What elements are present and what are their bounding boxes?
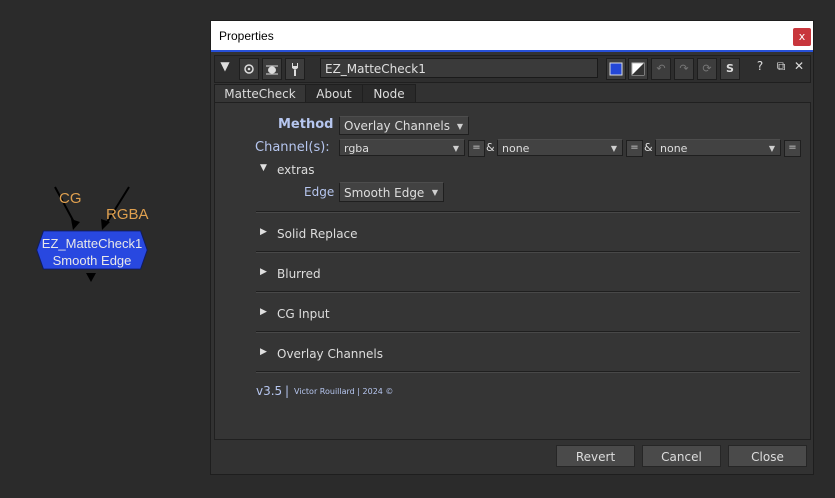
- float-icon[interactable]: ⧉: [773, 59, 789, 74]
- channel-2-value: none: [502, 142, 530, 155]
- window-close-button[interactable]: x: [793, 28, 811, 46]
- channel-3-eq-button[interactable]: =: [784, 140, 801, 157]
- undo-icon[interactable]: ↶: [651, 58, 671, 80]
- channel-dropdown-2[interactable]: none ▼: [497, 139, 623, 156]
- color-swatch-icon[interactable]: [606, 58, 626, 80]
- s-icon[interactable]: S: [720, 58, 740, 80]
- edge-value: Smooth Edge: [344, 186, 425, 200]
- chevron-down-icon: ▼: [456, 122, 463, 131]
- section-cg-input[interactable]: CG Input: [277, 307, 330, 321]
- amp-label: &: [486, 141, 495, 154]
- cg-input-expand-icon[interactable]: ▶: [260, 307, 267, 317]
- node-toolbar: ▼ EZ_MatteCheck1 ↶ ↷ ⟳ S ? ⧉ ✕: [214, 55, 811, 83]
- channel-dropdown-3[interactable]: none ▼: [655, 139, 781, 156]
- close-button[interactable]: Close: [728, 445, 807, 467]
- method-dropdown[interactable]: Overlay Channels ▼: [339, 116, 469, 135]
- cancel-button[interactable]: Cancel: [642, 445, 721, 467]
- version-separator: |: [285, 384, 290, 398]
- section-divider: [256, 251, 800, 253]
- tab-mattecheck[interactable]: MatteCheck: [214, 84, 306, 104]
- method-value: Overlay Channels: [344, 119, 450, 133]
- title-accent-line: [211, 50, 813, 52]
- bug-icon[interactable]: [262, 58, 282, 80]
- chevron-down-icon: ▼: [452, 144, 459, 153]
- extras-label[interactable]: extras: [277, 163, 315, 177]
- channel-1-value: rgba: [344, 142, 370, 155]
- collapse-icon[interactable]: ▼: [217, 59, 233, 73]
- section-divider: [256, 331, 800, 333]
- properties-window: Properties x ▼ EZ_MatteCheck1 ↶ ↷ ⟳ S ? …: [211, 21, 813, 474]
- channels-label: Channel(s):: [255, 140, 330, 155]
- wrench-icon[interactable]: [285, 58, 305, 80]
- node-subtitle: Smooth Edge: [52, 253, 132, 268]
- section-overlay-channels[interactable]: Overlay Channels: [277, 347, 383, 361]
- overlay-channels-expand-icon[interactable]: ▶: [260, 347, 267, 357]
- section-blurred[interactable]: Blurred: [277, 267, 321, 281]
- window-title: Properties: [219, 29, 274, 43]
- channel-1-eq-button[interactable]: =: [468, 140, 485, 157]
- section-divider: [256, 291, 800, 293]
- channel-2-eq-button[interactable]: =: [626, 140, 643, 157]
- redo-icon[interactable]: ↷: [674, 58, 694, 80]
- section-divider: [256, 211, 800, 213]
- input-label-cg: CG: [59, 190, 82, 207]
- mattecheck-panel: Method Overlay Channels ▼ Channel(s): rg…: [214, 102, 811, 440]
- viewer-icon[interactable]: [239, 58, 259, 80]
- extras-expand-icon[interactable]: ▼: [260, 163, 267, 173]
- section-solid-replace[interactable]: Solid Replace: [277, 227, 358, 241]
- tab-node[interactable]: Node: [362, 84, 416, 103]
- title-bar[interactable]: Properties x: [211, 21, 813, 50]
- node-name: EZ_MatteCheck1: [41, 236, 143, 251]
- section-divider: [256, 371, 800, 373]
- blurred-expand-icon[interactable]: ▶: [260, 267, 267, 277]
- input-label-rgba: RGBA: [106, 206, 149, 223]
- credit-text: Victor Rouillard | 2024 ©: [294, 387, 394, 396]
- channel-3-value: none: [660, 142, 688, 155]
- method-label: Method: [278, 117, 334, 132]
- chevron-down-icon: ▼: [431, 188, 438, 197]
- amp-label: &: [644, 141, 653, 154]
- edge-dropdown[interactable]: Smooth Edge ▼: [339, 182, 444, 202]
- node-name-field[interactable]: EZ_MatteCheck1: [320, 58, 598, 78]
- close-panel-icon[interactable]: ✕: [791, 59, 807, 73]
- chevron-down-icon: ▼: [610, 144, 617, 153]
- edge-label: Edge: [304, 185, 335, 199]
- tab-about[interactable]: About: [305, 84, 363, 103]
- gl-color-icon[interactable]: [628, 58, 648, 80]
- revert-icon[interactable]: ⟳: [697, 58, 717, 80]
- version-label: v3.5: [256, 384, 283, 398]
- revert-button[interactable]: Revert: [556, 445, 635, 467]
- chevron-down-icon: ▼: [768, 144, 775, 153]
- solid-replace-expand-icon[interactable]: ▶: [260, 227, 267, 237]
- channel-dropdown-1[interactable]: rgba ▼: [339, 139, 465, 156]
- help-icon[interactable]: ?: [752, 59, 768, 73]
